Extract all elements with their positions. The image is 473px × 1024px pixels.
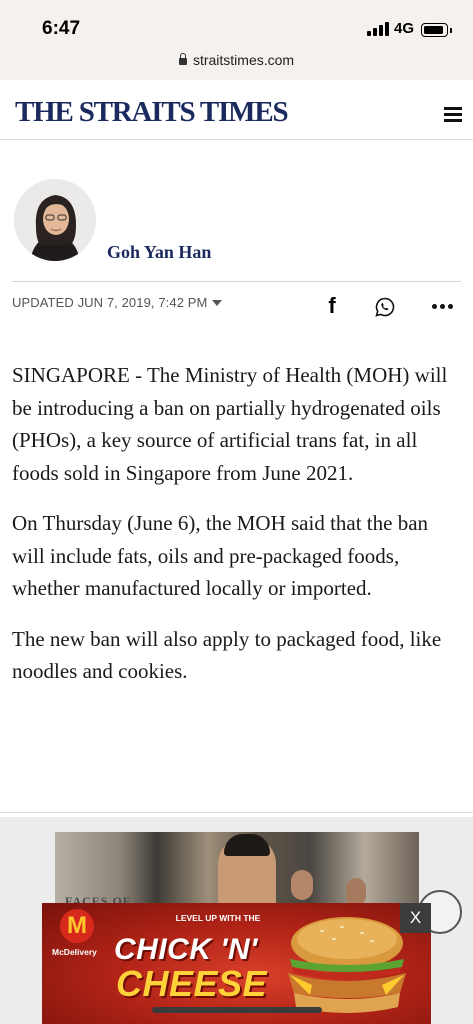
ad-headline-2: CHEESE: [116, 963, 268, 1004]
battery-icon: [421, 23, 452, 37]
article-paragraph: The new ban will also apply to packaged …: [12, 626, 442, 684]
article-paragraph: On Thursday (June 6), the MOH said that …: [12, 511, 429, 600]
article-paragraph: SINGAPORE - The Ministry of Health (MOH)…: [12, 363, 448, 485]
author-avatar[interactable]: [14, 179, 96, 261]
divider: [12, 281, 461, 282]
address-bar[interactable]: straitstimes.com: [0, 48, 473, 80]
person-image: [218, 834, 276, 912]
updated-timestamp: UPDATED JUN 7, 2019, 7:42 PM: [12, 295, 208, 310]
status-bar: 6:47 4G: [0, 0, 473, 48]
facebook-icon[interactable]: f: [323, 294, 341, 318]
ad-banner[interactable]: M McDelivery LEVEL UP WITH THE CHICK 'N'…: [42, 903, 431, 1024]
article-body: SINGAPORE - The Ministry of Health (MOH)…: [12, 359, 460, 706]
related-photo[interactable]: FACES OF: [55, 832, 419, 912]
ad-brand: McDelivery: [52, 947, 97, 957]
close-ad-button[interactable]: X: [400, 903, 431, 933]
mcdonalds-logo-icon: M: [60, 909, 94, 943]
site-header: THE STRAITS TIMES: [0, 80, 473, 140]
chevron-down-icon[interactable]: [212, 300, 222, 306]
signal-icon: [367, 22, 389, 36]
ad-tagline: LEVEL UP WITH THE: [175, 913, 261, 923]
burger-image: [288, 917, 406, 1013]
person-image: [346, 878, 366, 906]
divider: [0, 812, 473, 813]
more-options-icon[interactable]: [432, 304, 454, 310]
url-text: straitstimes.com: [192, 52, 295, 68]
whatsapp-icon[interactable]: [374, 296, 396, 318]
url-display: straitstimes.com: [0, 52, 473, 68]
network-label: 4G: [394, 20, 415, 37]
author-name[interactable]: Goh Yan Han: [107, 242, 211, 263]
masthead-logo[interactable]: THE STRAITS TIMES: [15, 96, 289, 129]
status-time: 6:47: [42, 18, 81, 39]
person-image: [291, 870, 313, 900]
ad-headline: CHICK 'N': [114, 933, 258, 966]
lock-icon: [178, 53, 187, 65]
menu-icon[interactable]: [444, 107, 462, 122]
ad-progress-bar: [152, 1007, 322, 1013]
